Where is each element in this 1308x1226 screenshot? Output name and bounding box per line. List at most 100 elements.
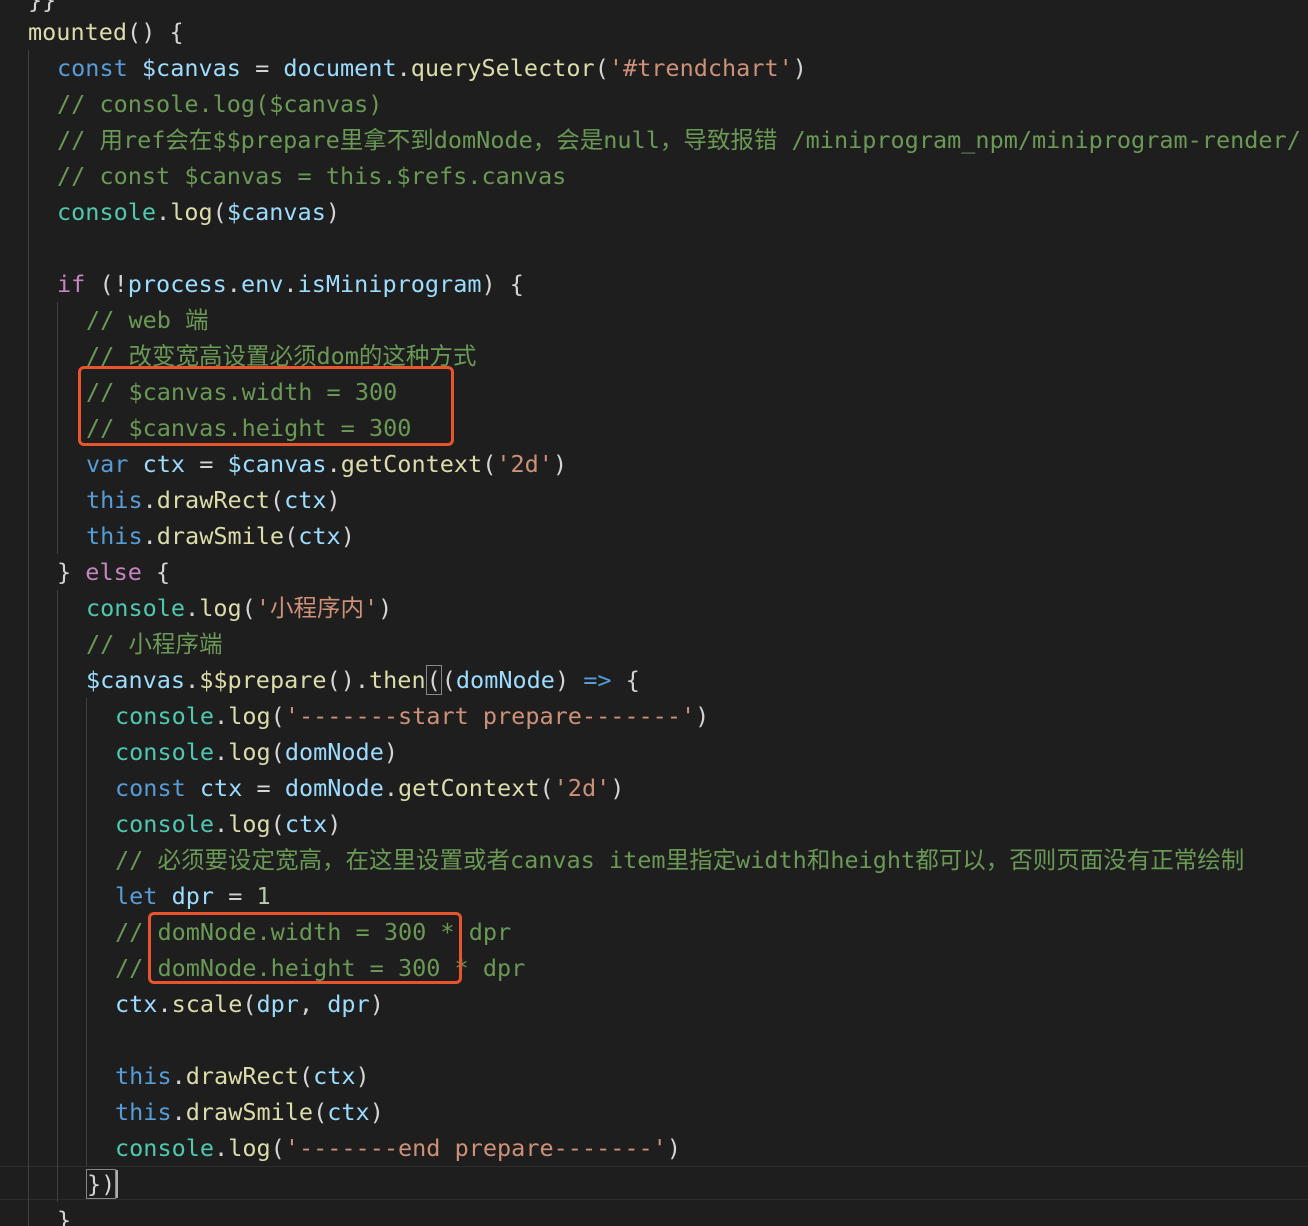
code-token: ( <box>269 486 285 514</box>
code-token: ) <box>610 774 625 802</box>
code-token: ( <box>441 666 456 694</box>
code-line[interactable]: // 用ref会在$$prepare里拿不到domNode，会是null，导致报… <box>57 122 1301 158</box>
code-line[interactable]: this. drawSmile(ctx) <box>115 1094 384 1130</box>
code-line[interactable]: // const $canvas = this.$refs.canvas <box>57 158 566 194</box>
code-token: } <box>57 558 86 586</box>
code-token: log <box>199 594 242 622</box>
code-token: { <box>611 666 640 694</box>
code-token: ctx <box>142 450 186 478</box>
code-token: . <box>396 54 411 82</box>
code-line[interactable]: $canvas. $$prepare (). then((domNode) => { <box>86 662 640 698</box>
highlight-box <box>78 366 454 446</box>
code-token: . <box>156 198 171 226</box>
code-token: ) <box>378 594 393 622</box>
code-token: this <box>86 486 143 514</box>
code-line[interactable]: // 小程序端 <box>86 626 222 662</box>
code-token: ( <box>242 990 257 1018</box>
code-line[interactable]: if (! process. env. isMiniprogram) { <box>57 266 524 302</box>
code-token: , <box>298 990 328 1018</box>
code-token: (). <box>326 666 369 694</box>
code-token: . <box>226 270 241 298</box>
code-token: . <box>185 594 200 622</box>
code-line[interactable]: var ctx = $canvas. getContext('2d') <box>86 446 567 482</box>
code-line[interactable]: const $canvas = document. querySelector('… <box>57 50 807 86</box>
indent-guide <box>86 698 87 1166</box>
code-line[interactable]: mounted() { <box>28 14 184 50</box>
current-line-highlight <box>0 1166 1308 1200</box>
code-token: ( <box>270 738 285 766</box>
code-line[interactable]: const ctx = domNode. getContext('2d') <box>115 770 624 806</box>
code-line[interactable]: console. log('-------start prepare-------… <box>115 698 709 734</box>
code-line[interactable]: this. drawRect(ctx) <box>86 482 341 518</box>
code-line[interactable]: this. drawSmile(ctx) <box>86 518 355 554</box>
code-line[interactable]: } <box>57 1202 71 1226</box>
code-line[interactable]: let dpr = 1 <box>115 878 271 914</box>
code-token: . <box>383 774 399 802</box>
code-token: // console.log($canvas) <box>57 90 383 118</box>
code-token: ctx <box>298 522 341 550</box>
code-line[interactable]: }) <box>86 1166 119 1202</box>
code-token: ) <box>369 990 384 1018</box>
code-token: ( <box>270 1134 285 1162</box>
code-token: querySelector <box>410 54 595 82</box>
code-token: . <box>214 702 229 730</box>
code-token: ) <box>792 54 807 82</box>
code-token: ( <box>594 54 609 82</box>
code-token: console <box>115 738 215 766</box>
code-line[interactable]: // web 端 <box>86 302 209 338</box>
code-token: = <box>214 882 257 910</box>
code-token: . <box>326 450 341 478</box>
code-token: ctx <box>115 990 158 1018</box>
code-line[interactable]: console. log('-------end prepare-------') <box>115 1130 681 1166</box>
code-token: drawSmile <box>185 1098 314 1126</box>
code-token: = <box>240 54 284 82</box>
code-line[interactable]: this. drawRect(ctx) <box>115 1058 370 1094</box>
code-token: // 用ref会在$$prepare里拿不到domNode，会是null，导致报… <box>57 126 1301 154</box>
code-editor[interactable]: }} mounted() {const $canvas = document. qu… <box>0 0 1308 1226</box>
code-token: ( <box>298 1062 314 1090</box>
indent-guide <box>57 590 58 1202</box>
code-token: this <box>115 1098 172 1126</box>
code-token: ) <box>383 738 399 766</box>
code-line[interactable]: console. log(ctx) <box>115 806 341 842</box>
code-token: ( <box>482 450 497 478</box>
code-token: ( <box>284 522 299 550</box>
code-token: ( <box>212 198 227 226</box>
code-token: console <box>115 810 215 838</box>
code-line[interactable]: } else { <box>57 554 170 590</box>
code-line[interactable]: console. log(domNode) <box>115 734 398 770</box>
code-line[interactable]: ctx. scale(dpr, dpr) <box>115 986 384 1022</box>
code-token: log <box>228 702 271 730</box>
code-line[interactable]: // console.log($canvas) <box>57 86 382 122</box>
code-token: else <box>85 558 142 586</box>
code-token: console <box>57 198 157 226</box>
code-token: scale <box>171 990 243 1018</box>
code-token: '-------end prepare-------' <box>284 1134 667 1162</box>
code-token: ) { <box>481 270 524 298</box>
code-token: ctx <box>327 1098 370 1126</box>
code-line[interactable]: console. log($canvas) <box>57 194 340 230</box>
code-token: // const $canvas = this.$refs.canvas <box>57 162 567 190</box>
code-token: log <box>228 810 271 838</box>
code-line[interactable]: console. log('小程序内') <box>86 590 392 626</box>
code-token: ( <box>241 594 256 622</box>
code-line[interactable]: // 必须要设定宽高，在这里设置或者canvas item里指定width和he… <box>115 842 1244 878</box>
code-token: . <box>214 738 229 766</box>
code-token: ctx <box>199 774 243 802</box>
code-token: . <box>283 270 298 298</box>
code-token: . <box>171 1062 186 1090</box>
code-token: (! <box>85 270 128 298</box>
code-token: domNode <box>455 666 555 694</box>
code-token: mounted <box>28 18 128 46</box>
code-token: '2d' <box>553 774 611 802</box>
code-token: ) <box>325 198 341 226</box>
code-token: domNode <box>284 774 384 802</box>
code-token: '#trendchart' <box>608 54 793 82</box>
code-token: var <box>86 450 129 478</box>
code-token: drawSmile <box>156 522 285 550</box>
code-token: const <box>115 774 186 802</box>
code-token: drawRect <box>156 486 270 514</box>
